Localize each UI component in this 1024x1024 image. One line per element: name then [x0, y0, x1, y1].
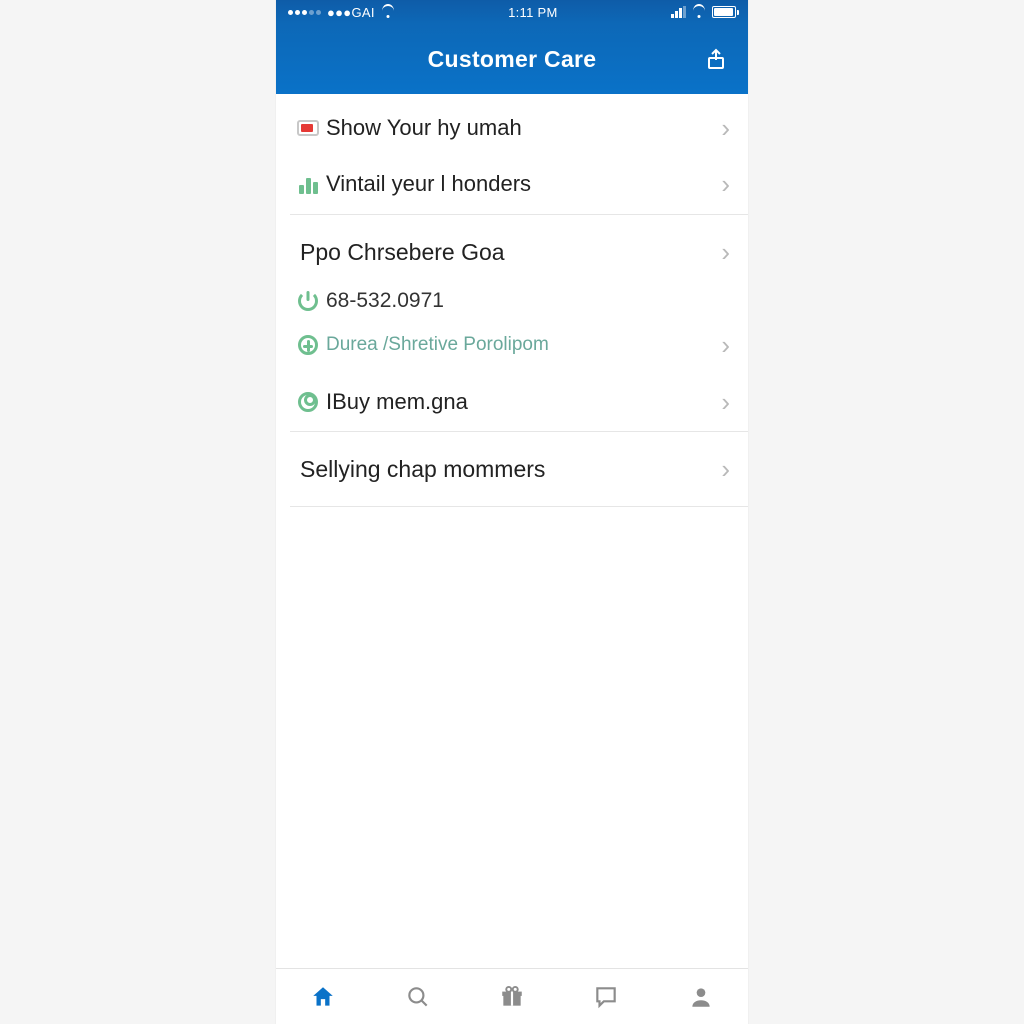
- sub-label: Durea /Shretive Porolipom: [326, 334, 721, 356]
- bars-icon: [299, 174, 318, 194]
- status-time: 1:11 PM: [395, 5, 671, 20]
- chevron-right-icon: ›: [721, 387, 730, 418]
- status-bar: ●●●GAI 1:11 PM: [276, 0, 748, 24]
- chevron-right-icon: ›: [721, 454, 730, 485]
- section-title: Sellying chap mommers: [296, 456, 721, 483]
- power-icon: [298, 291, 318, 311]
- status-right: [671, 6, 736, 18]
- row-vintail[interactable]: Vintail yeur l honders ›: [276, 154, 748, 214]
- row-show-your[interactable]: Show Your hy umah ›: [276, 94, 748, 154]
- cell-bars-icon: [671, 6, 686, 18]
- tab-chat[interactable]: [559, 984, 653, 1010]
- nav-header: Customer Care: [276, 24, 748, 94]
- row-label: Show Your hy umah: [326, 115, 721, 141]
- row-phone[interactable]: 68-532.0971 ›: [276, 279, 748, 323]
- tab-home[interactable]: [276, 984, 370, 1010]
- chat-icon: [593, 984, 619, 1010]
- wifi-icon: [381, 6, 395, 18]
- row-sellying[interactable]: Sellying chap mommers ›: [276, 432, 748, 506]
- phone-frame: ●●●GAI 1:11 PM Customer Care Show Your h…: [276, 0, 748, 1024]
- card-icon: [297, 120, 319, 136]
- tab-bar: [276, 968, 748, 1024]
- share-icon: [704, 47, 728, 71]
- section-title: Ppo Chrsebere Goa: [296, 239, 721, 266]
- divider: [290, 506, 748, 507]
- chevron-right-icon: ›: [721, 169, 730, 200]
- chevron-right-icon: ›: [721, 237, 730, 268]
- chevron-right-icon: ›: [721, 330, 730, 361]
- row-label: Vintail yeur l honders: [326, 171, 721, 197]
- content-list: Show Your hy umah › Vintail yeur l honde…: [276, 94, 748, 968]
- phone-number: 68-532.0971: [326, 289, 721, 313]
- search-icon: [405, 984, 431, 1010]
- row-ppo-header[interactable]: Ppo Chrsebere Goa ›: [276, 215, 748, 279]
- carrier-label: ●●●GAI: [327, 5, 375, 20]
- tab-profile[interactable]: [654, 984, 748, 1010]
- battery-icon: [712, 6, 736, 18]
- page-title: Customer Care: [428, 46, 597, 73]
- profile-icon: [688, 984, 714, 1010]
- buy-label: IBuy mem.gna: [326, 389, 721, 415]
- status-left: ●●●GAI: [288, 5, 395, 20]
- tab-search[interactable]: [370, 984, 464, 1010]
- row-buy[interactable]: IBuy mem.gna ›: [276, 373, 748, 431]
- chevron-right-icon: ›: [721, 113, 730, 144]
- row-sub[interactable]: Durea /Shretive Porolipom ›: [276, 323, 748, 367]
- wifi-icon-right: [692, 6, 706, 18]
- globe-icon: [298, 335, 318, 355]
- tab-gift[interactable]: [465, 984, 559, 1010]
- gift-icon: [499, 984, 525, 1010]
- ring-icon: [298, 392, 318, 412]
- home-icon: [310, 984, 336, 1010]
- signal-dots-icon: [288, 10, 321, 15]
- share-button[interactable]: [702, 45, 730, 73]
